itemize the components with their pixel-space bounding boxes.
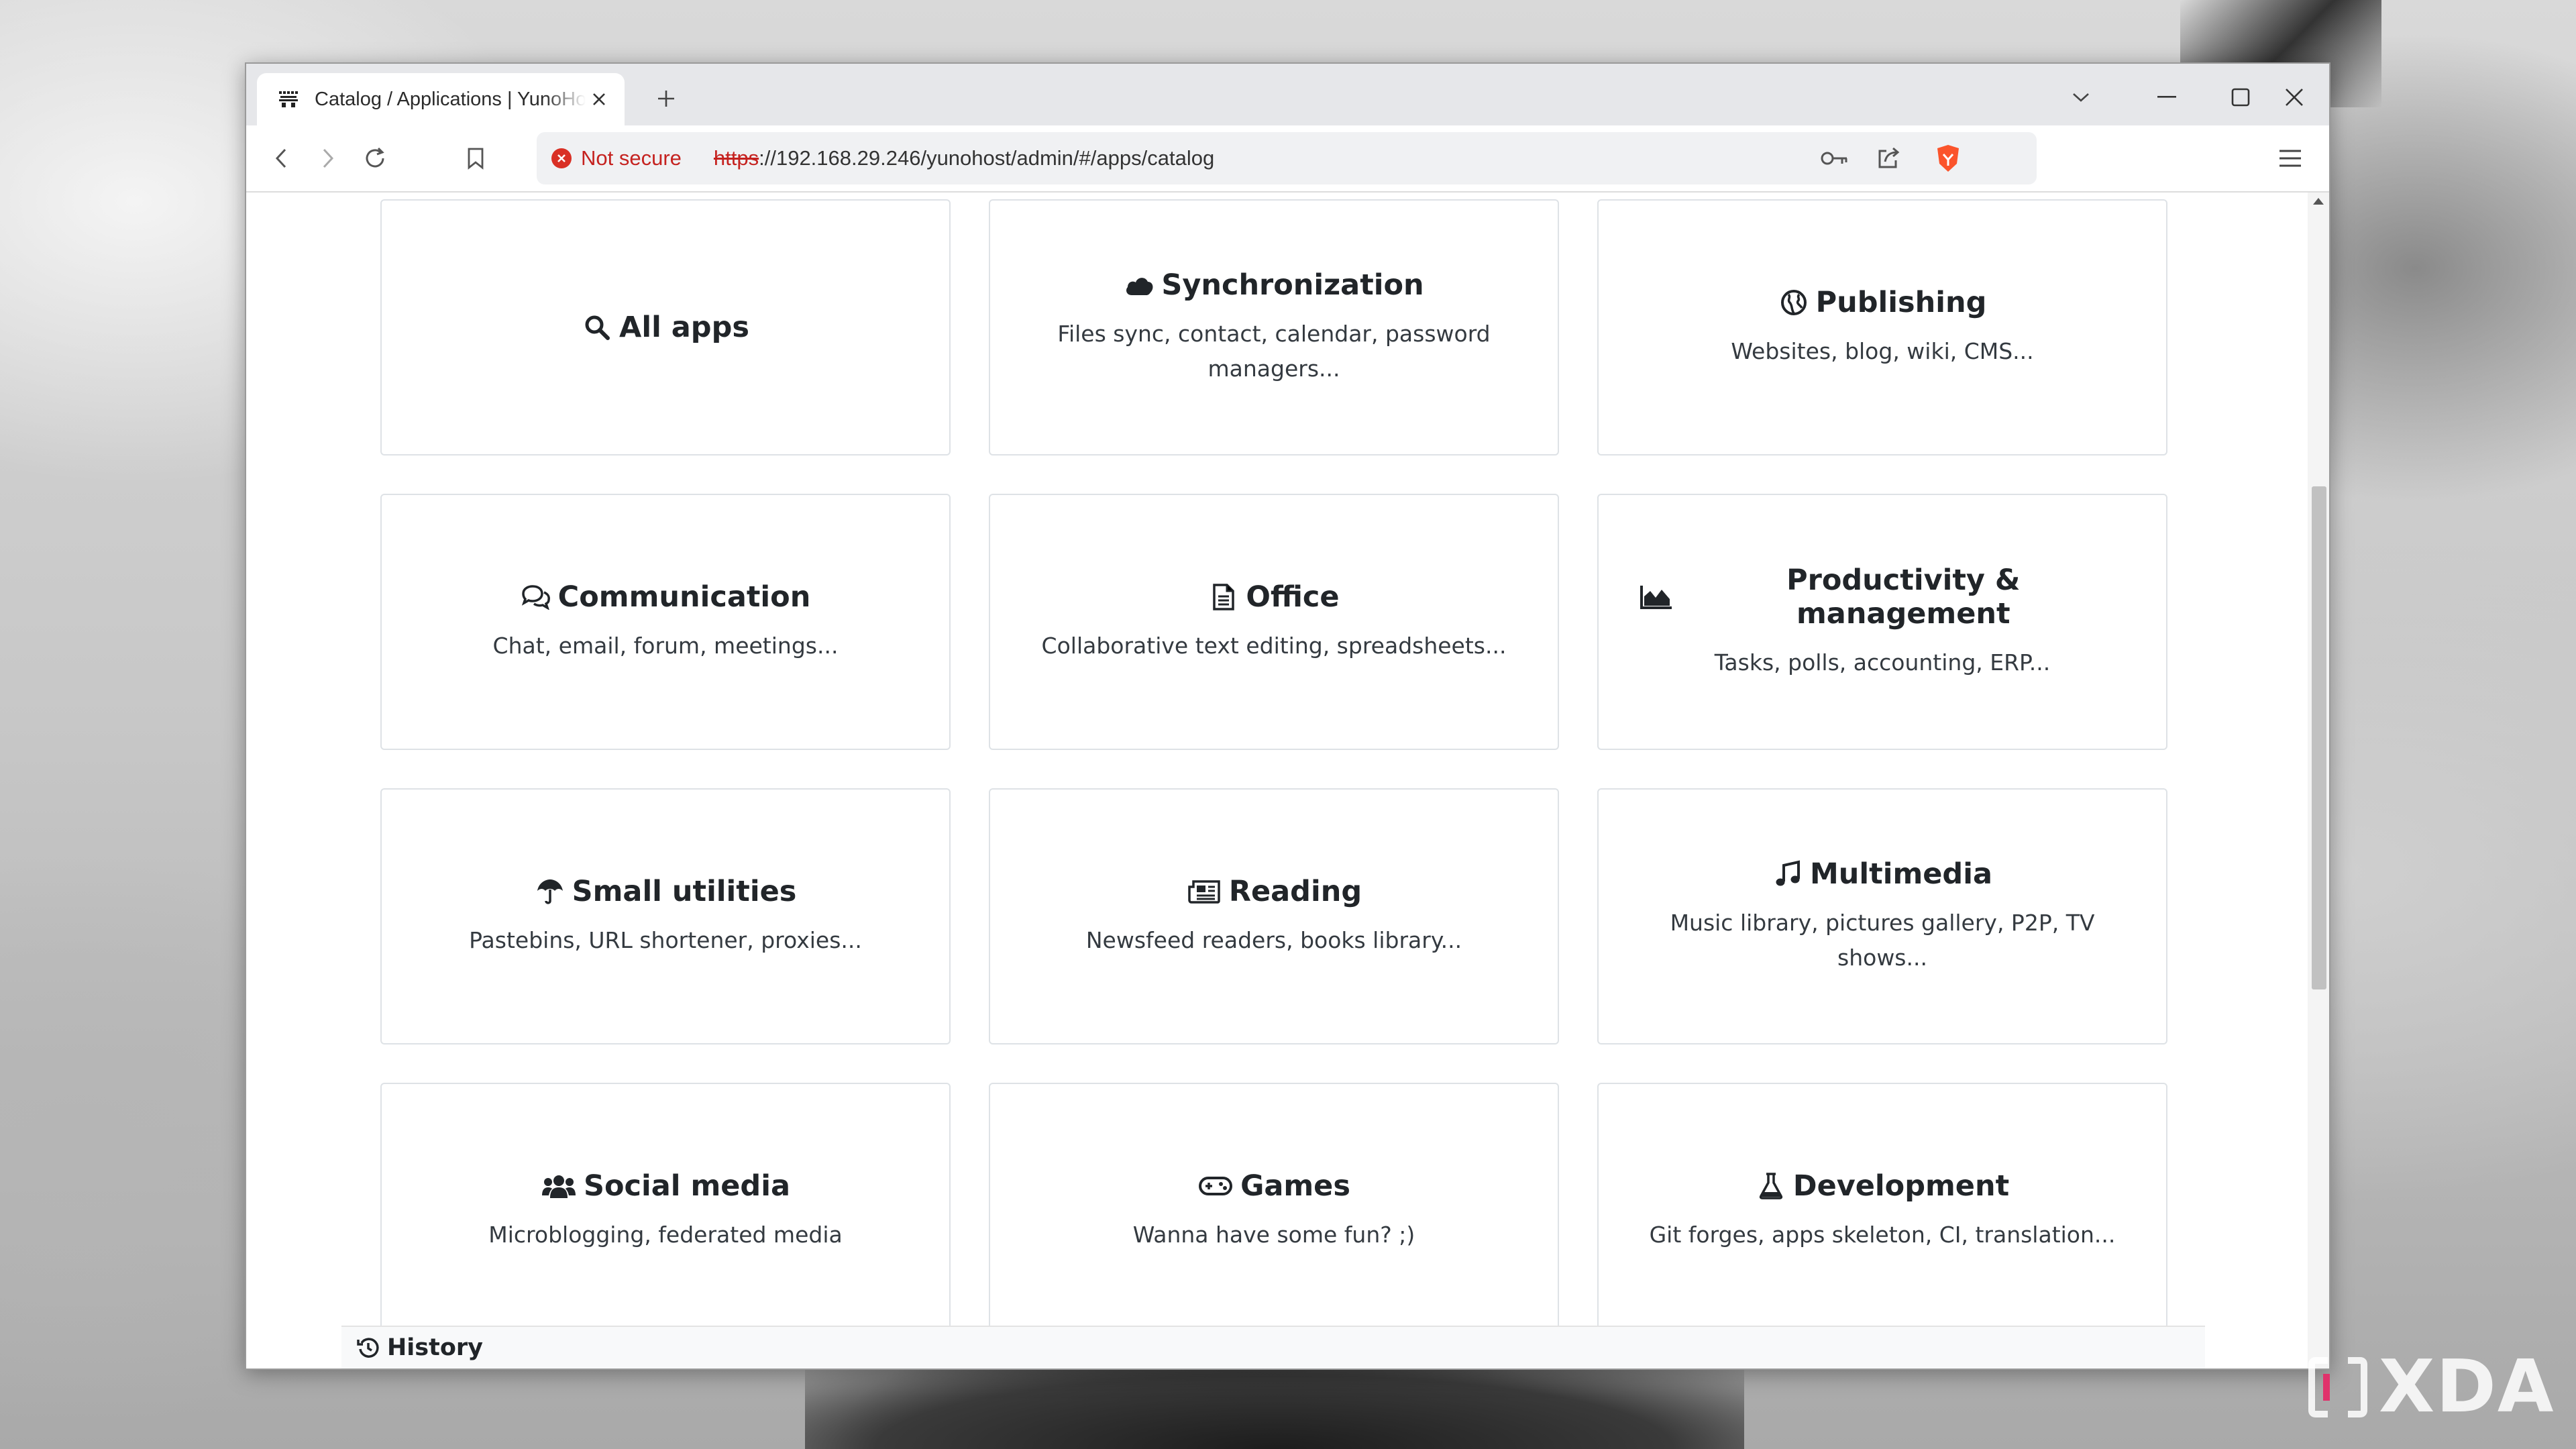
category-title-text: Reading <box>1228 875 1362 908</box>
category-title-text: Communication <box>557 580 811 614</box>
category-title-text: Publishing <box>1815 286 1987 319</box>
security-warning-icon <box>551 148 572 168</box>
tab-catalog[interactable]: Catalog / Applications | YunoHost <box>257 73 625 125</box>
category-title-text: Development <box>1792 1169 2010 1203</box>
wallpaper-shadow <box>805 1362 1744 1449</box>
category-description: Newsfeed readers, books library... <box>1085 927 1462 953</box>
category-card-development[interactable]: Development Git forges, apps skeleton, C… <box>1597 1083 2167 1339</box>
category-title: Reading <box>1186 875 1362 908</box>
category-description: Microblogging, federated media <box>488 1222 843 1248</box>
gamepad-icon <box>1197 1171 1234 1201</box>
security-indicator[interactable]: Not secure <box>551 146 682 170</box>
category-title: Small utilities <box>535 875 797 908</box>
bookmark-icon[interactable] <box>455 138 496 178</box>
category-title-text: Synchronization <box>1161 268 1424 302</box>
category-title: Social media <box>541 1169 790 1203</box>
category-description: Git forges, apps skeleton, CI, translati… <box>1649 1222 2116 1248</box>
brave-shields-icon[interactable] <box>1928 138 1968 178</box>
category-description: Files sync, contact, calendar, password … <box>1057 321 1491 382</box>
category-title: All apps <box>582 311 749 344</box>
url-text[interactable]: https://192.168.29.246/yunohost/admin/#/… <box>714 146 1214 170</box>
minimize-icon[interactable] <box>2143 76 2190 119</box>
category-card-communication[interactable]: Communication Chat, email, forum, meetin… <box>380 494 951 750</box>
xda-logo-icon <box>2308 1356 2367 1417</box>
category-title-text: Office <box>1246 580 1340 614</box>
category-title: Communication <box>521 580 811 614</box>
page-viewport: All apps Synchronization Files sync, con… <box>246 193 2329 1368</box>
category-title: Games <box>1197 1169 1350 1203</box>
area-chart-icon <box>1639 582 1674 612</box>
category-card-reading[interactable]: Reading Newsfeed readers, books library.… <box>989 788 1559 1044</box>
yunohost-favicon-icon <box>277 88 300 111</box>
tab-search-chevron-icon[interactable] <box>2057 76 2104 119</box>
category-title-text: Small utilities <box>572 875 797 908</box>
security-label: Not secure <box>581 146 682 170</box>
category-title-text: Social media <box>584 1169 790 1203</box>
cloud-icon <box>1124 270 1155 301</box>
browser-window: Catalog / Applications | YunoHost Not se… <box>245 62 2330 1370</box>
vertical-scrollbar[interactable] <box>2308 193 2329 1368</box>
tab-close-icon[interactable] <box>586 86 612 113</box>
category-description: Pastebins, URL shortener, proxies... <box>469 927 862 953</box>
category-card-small-utilities[interactable]: Small utilities Pastebins, URL shortener… <box>380 788 951 1044</box>
globe-icon <box>1778 287 1809 318</box>
category-card-synchronization[interactable]: Synchronization Files sync, contact, cal… <box>989 199 1559 455</box>
maximize-icon[interactable] <box>2217 76 2264 119</box>
category-title: Synchronization <box>1124 268 1424 302</box>
category-card-publishing[interactable]: Publishing Websites, blog, wiki, CMS... <box>1597 199 2167 455</box>
category-title: Multimedia <box>1772 857 1992 891</box>
search-icon <box>582 312 612 343</box>
hamburger-menu-icon[interactable] <box>2270 138 2310 178</box>
xda-watermark: XDA <box>2308 1345 2555 1429</box>
category-description: Websites, blog, wiki, CMS... <box>1731 338 2034 364</box>
category-card-all-apps[interactable]: All apps <box>380 199 951 455</box>
music-icon <box>1772 859 1803 890</box>
umbrella-icon <box>535 876 566 907</box>
category-title: Productivity & management <box>1639 564 2126 631</box>
newspaper-icon <box>1186 876 1222 907</box>
close-window-icon[interactable] <box>2271 76 2318 119</box>
back-arrow-icon[interactable] <box>261 138 301 178</box>
history-label: History <box>387 1334 483 1361</box>
new-tab-icon[interactable] <box>647 80 685 117</box>
category-card-multimedia[interactable]: Multimedia Music library, pictures galle… <box>1597 788 2167 1044</box>
category-description: Wanna have some fun? ;) <box>1132 1222 1415 1248</box>
category-title-text: All apps <box>619 311 749 344</box>
file-text-icon <box>1208 582 1239 612</box>
category-title-text: Games <box>1240 1169 1350 1203</box>
address-bar[interactable]: Not secure https://192.168.29.246/yunoho… <box>537 132 2037 184</box>
history-icon <box>356 1336 380 1360</box>
category-description: Chat, email, forum, meetings... <box>492 633 839 659</box>
category-title-text: Productivity & management <box>1786 564 2021 631</box>
history-bar[interactable]: History <box>341 1326 2205 1368</box>
category-title: Publishing <box>1778 286 1987 319</box>
browser-toolbar: Not secure https://192.168.29.246/yunoho… <box>246 125 2329 193</box>
comments-icon <box>521 582 551 612</box>
tab-title: Catalog / Applications | YunoHost <box>315 88 586 110</box>
reload-icon[interactable] <box>355 138 395 178</box>
category-card-office[interactable]: Office Collaborative text editing, sprea… <box>989 494 1559 750</box>
key-icon[interactable] <box>1815 138 1855 178</box>
flask-icon <box>1756 1171 1786 1201</box>
watermark-text: XDA <box>2379 1345 2555 1429</box>
category-card-social-media[interactable]: Social media Microblogging, federated me… <box>380 1083 951 1339</box>
scrollbar-thumb[interactable] <box>2312 486 2326 989</box>
share-icon[interactable] <box>1868 138 1909 178</box>
category-description: Tasks, polls, accounting, ERP... <box>1714 649 2051 676</box>
scroll-up-arrow-icon[interactable] <box>2313 198 2324 205</box>
users-icon <box>541 1171 577 1201</box>
category-card-productivity[interactable]: Productivity & management Tasks, polls, … <box>1597 494 2167 750</box>
category-description: Music library, pictures gallery, P2P, TV… <box>1670 910 2095 971</box>
category-card-games[interactable]: Games Wanna have some fun? ;) <box>989 1083 1559 1339</box>
category-title-text: Multimedia <box>1810 857 1992 891</box>
url-path: ://192.168.29.246/yunohost/admin/#/apps/… <box>759 146 1215 170</box>
tab-strip: Catalog / Applications | YunoHost <box>246 64 2329 125</box>
category-title: Development <box>1756 1169 2009 1203</box>
category-grid: All apps Synchronization Files sync, con… <box>380 199 2176 1339</box>
url-scheme: https <box>713 146 759 170</box>
category-title: Office <box>1208 580 1340 614</box>
forward-arrow-icon[interactable] <box>308 138 348 178</box>
category-description: Collaborative text editing, spreadsheets… <box>1041 633 1507 659</box>
